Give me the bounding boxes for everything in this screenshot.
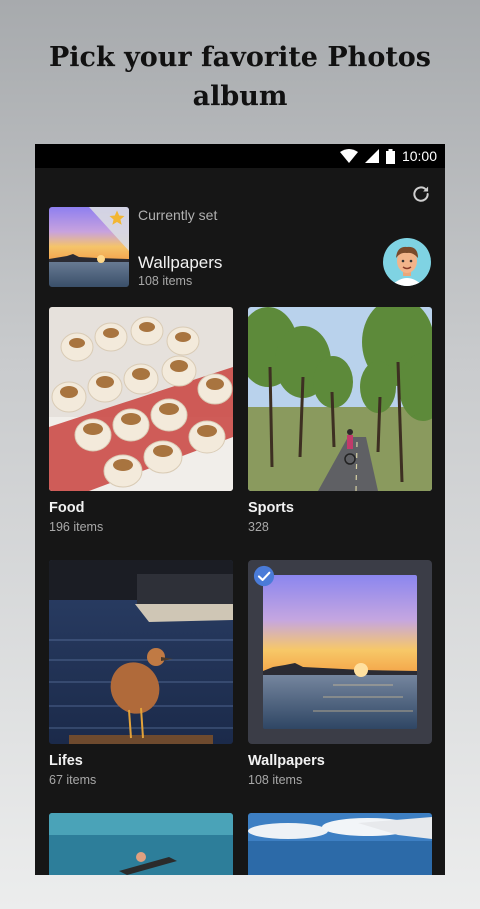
wifi-icon: [339, 149, 358, 163]
album-tile-partial-right[interactable]: [248, 813, 432, 875]
selected-album-frame: [248, 560, 432, 744]
signal-icon: [364, 149, 379, 163]
star-icon: [109, 210, 125, 225]
battery-icon: [385, 148, 395, 164]
album-count: 196 items: [49, 520, 104, 534]
album-count: 328: [248, 520, 269, 534]
album-thumbnail: [49, 307, 233, 491]
avatar[interactable]: [383, 238, 431, 286]
current-album-name: Wallpapers: [138, 253, 223, 272]
current-album-count: 108 items: [138, 274, 193, 288]
album-count: 67 items: [49, 773, 97, 787]
album-name: Wallpapers: [248, 753, 325, 769]
clock: 10:00: [401, 148, 437, 164]
promo-title: Pick your favorite Photos album: [48, 42, 432, 112]
album-name: Food: [49, 500, 85, 516]
album-thumbnail: [248, 307, 432, 491]
currently-set-label: Currently set: [138, 207, 218, 223]
album-count: 108 items: [248, 773, 303, 787]
status-bar: 10:00: [35, 144, 445, 168]
current-album-thumbnail[interactable]: [49, 207, 129, 287]
refresh-icon[interactable]: [411, 184, 431, 204]
check-icon: [253, 565, 275, 587]
album-tile-partial-left[interactable]: [49, 813, 233, 875]
phone-screen: 10:00 Currently set Wallpapers 108 items…: [35, 144, 445, 875]
album-name: Lifes: [49, 753, 83, 769]
album-name: Sports: [248, 500, 294, 516]
album-thumbnail: [49, 560, 233, 744]
